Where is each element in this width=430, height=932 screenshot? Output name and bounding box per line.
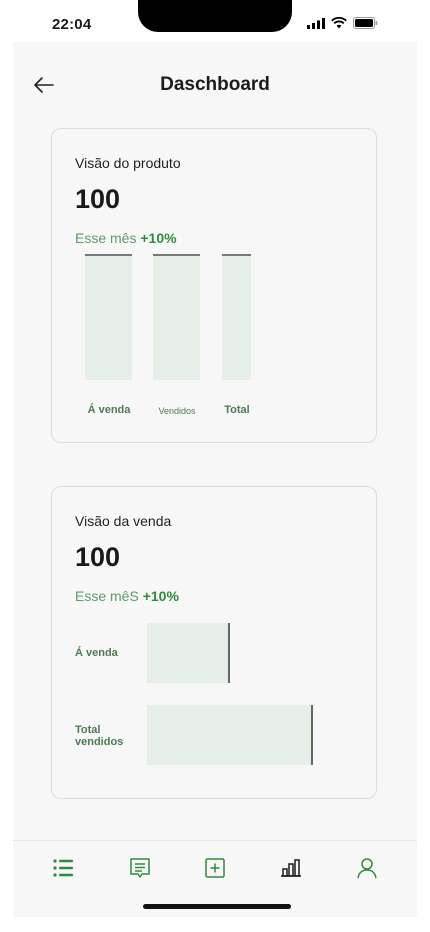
card-period: Esse mêS +10% bbox=[75, 588, 179, 604]
battery-icon bbox=[353, 17, 378, 29]
card-period: Esse mês +10% bbox=[75, 230, 177, 246]
bar-a-venda bbox=[85, 254, 132, 380]
page-title: Daschboard bbox=[160, 74, 270, 95]
bar-vendidos bbox=[153, 254, 200, 380]
chart-icon[interactable] bbox=[278, 855, 304, 881]
bar-label: Á venda bbox=[87, 404, 131, 416]
status-icons bbox=[307, 17, 378, 29]
bar-total-vendidos bbox=[147, 705, 313, 765]
card-value: 100 bbox=[75, 184, 121, 214]
home-indicator bbox=[143, 904, 291, 909]
status-bar: 22:04 bbox=[0, 0, 430, 42]
sales-overview-card: Visão da venda 100 Esse mêS +10% Á venda… bbox=[51, 486, 377, 799]
receipt-icon[interactable] bbox=[127, 855, 153, 881]
card-value: 100 bbox=[75, 542, 121, 572]
period-label: Esse mês bbox=[75, 230, 137, 246]
list-icon[interactable] bbox=[51, 855, 77, 881]
bar-a-venda bbox=[147, 623, 230, 683]
camera-notch bbox=[138, 0, 292, 32]
header: Daschboard bbox=[13, 68, 417, 104]
status-time: 22:04 bbox=[52, 16, 92, 33]
wifi-icon bbox=[331, 17, 347, 29]
period-label: Esse mêS bbox=[75, 588, 139, 604]
delta-badge: +10% bbox=[140, 230, 177, 246]
app-screen: Daschboard Visão do produto 100 Esse mês… bbox=[13, 42, 417, 917]
user-icon[interactable] bbox=[354, 855, 380, 881]
card-title: Visão da venda bbox=[75, 513, 172, 529]
card-title: Visão do produto bbox=[75, 155, 181, 171]
bar-total bbox=[222, 254, 251, 380]
add-square-icon[interactable] bbox=[202, 855, 228, 881]
delta-badge: +10% bbox=[142, 588, 179, 604]
product-overview-card: Visão do produto 100 Esse mês +10% Á ven… bbox=[51, 128, 377, 443]
bar-label: Total bbox=[224, 404, 250, 416]
bar-label: Á venda bbox=[75, 647, 118, 659]
bar-label: Total vendidos bbox=[75, 724, 124, 748]
bar-label: Vendidos bbox=[158, 406, 196, 416]
signal-icon bbox=[307, 17, 325, 29]
